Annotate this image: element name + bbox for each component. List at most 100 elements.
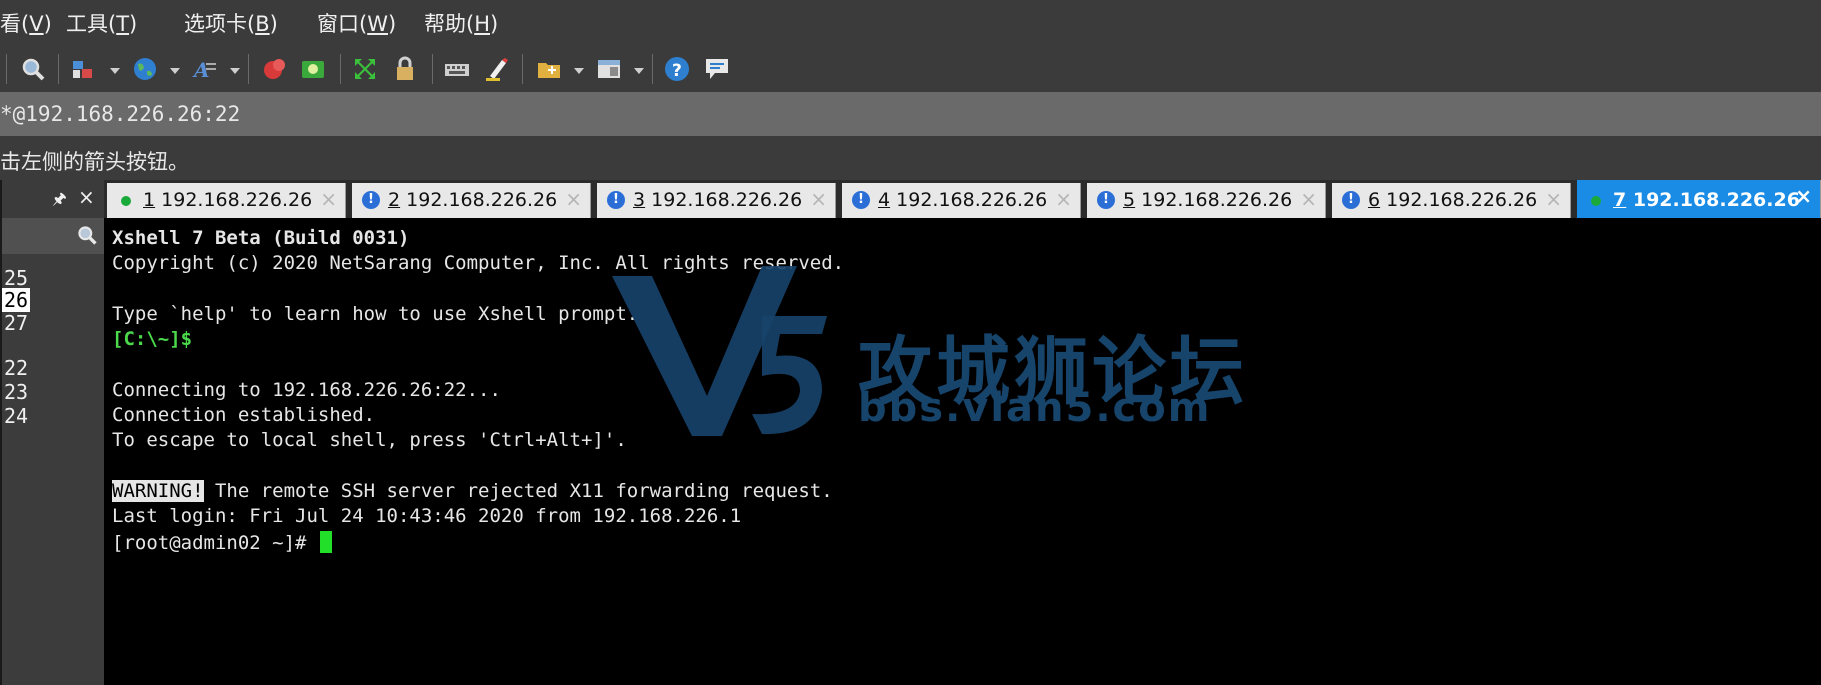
- terminal-warning-line: WARNING! The remote SSH server rejected …: [112, 480, 833, 502]
- terminal-line: Xshell 7 Beta (Build 0031): [112, 227, 410, 249]
- menu-help[interactable]: 帮助(H): [424, 8, 498, 38]
- menu-label: 窗口(: [317, 12, 368, 36]
- tab-session-4[interactable]: ! 4 192.168.226.26 ×: [842, 183, 1081, 218]
- toolbar: A ?: [0, 46, 1821, 92]
- close-tab-icon[interactable]: ×: [1795, 184, 1812, 208]
- terminal-cursor: [319, 531, 332, 553]
- menu-key: H: [474, 12, 490, 36]
- close-icon[interactable]: ×: [78, 185, 95, 209]
- tab-number: 6: [1368, 189, 1381, 211]
- tab-number: 4: [878, 189, 891, 211]
- close-tab-icon[interactable]: ×: [1545, 187, 1562, 211]
- menu-view[interactable]: 看(V): [0, 8, 52, 38]
- session-item[interactable]: 25: [2, 266, 30, 290]
- xftp-icon[interactable]: [262, 56, 288, 82]
- new-tab-icon[interactable]: [536, 56, 562, 82]
- chat-icon[interactable]: [704, 56, 730, 82]
- toolbar-separator: [6, 54, 7, 84]
- tab-host: 192.168.226.26: [896, 189, 1048, 211]
- toolbar-separator: [340, 54, 341, 84]
- tab-host: 192.168.226.26: [1141, 189, 1293, 211]
- search-icon[interactable]: [76, 224, 98, 250]
- svg-text:?: ?: [672, 61, 682, 81]
- menu-tools[interactable]: 工具(T): [66, 8, 137, 38]
- close-tab-icon[interactable]: ×: [1055, 187, 1072, 211]
- transfer-icon[interactable]: [70, 56, 96, 82]
- layout-dropdown-icon[interactable]: [634, 68, 644, 74]
- font-icon[interactable]: A: [192, 56, 218, 82]
- keyboard-icon[interactable]: [444, 56, 470, 82]
- tab-number: 1: [143, 189, 156, 211]
- layout-icon[interactable]: [596, 56, 622, 82]
- menu-key: V: [29, 12, 44, 36]
- menu-tail: ): [269, 12, 278, 36]
- session-item[interactable]: 24: [2, 404, 30, 428]
- tab-host: 192.168.226.26: [406, 189, 558, 211]
- tab-session-2[interactable]: ! 2 192.168.226.26 ×: [352, 183, 591, 218]
- xmanager-icon[interactable]: [300, 56, 326, 82]
- warning-tag: WARNING!: [112, 480, 204, 502]
- warning-message: The remote SSH server rejected X11 forwa…: [203, 480, 833, 502]
- warning-status-icon: !: [1097, 191, 1115, 209]
- font-dropdown-icon[interactable]: [230, 68, 240, 74]
- fullscreen-icon[interactable]: [352, 56, 378, 82]
- tab-session-7[interactable]: 7 192.168.226.26 ×: [1577, 180, 1821, 218]
- toolbar-separator: [522, 54, 523, 84]
- terminal-line: Type `help' to learn how to use Xshell p…: [112, 303, 639, 325]
- menu-tail: ): [490, 12, 499, 36]
- session-item[interactable]: 23: [2, 380, 30, 404]
- menu-bar: 看(V) 工具(T) 选项卡(B) 窗口(W) 帮助(H): [0, 0, 1821, 46]
- shell-prompt-line: [root@admin02 ~]#: [112, 531, 332, 554]
- menu-label: 工具(: [66, 12, 117, 36]
- toolbar-separator: [58, 54, 59, 84]
- session-sidebar: 🖈 × 25 26 27 22 23 24: [0, 180, 106, 685]
- tab-bar: 1 192.168.226.26 × ! 2 192.168.226.26 × …: [104, 180, 1821, 218]
- session-item[interactable]: 22: [2, 356, 30, 380]
- address-text: *@192.168.226.26:22: [0, 102, 241, 126]
- terminal-line: Connecting to 192.168.226.26:22...: [112, 379, 501, 401]
- transfer-dropdown-icon[interactable]: [110, 68, 120, 74]
- pin-icon[interactable]: 🖈: [52, 188, 67, 215]
- close-tab-icon[interactable]: ×: [565, 187, 582, 211]
- search-icon[interactable]: [20, 56, 46, 82]
- tab-number: 3: [633, 189, 646, 211]
- menu-window[interactable]: 窗口(W): [317, 8, 396, 38]
- menu-tabs[interactable]: 选项卡(B): [184, 8, 278, 38]
- terminal-line: Connection established.: [112, 404, 376, 426]
- menu-key: B: [255, 12, 270, 36]
- toolbar-separator: [248, 54, 249, 84]
- menu-tail: ): [43, 12, 52, 36]
- tab-host: 192.168.226.26: [1632, 189, 1800, 211]
- highlight-icon[interactable]: [484, 56, 510, 82]
- tab-session-5[interactable]: ! 5 192.168.226.26 ×: [1087, 183, 1326, 218]
- warning-status-icon: !: [1342, 191, 1360, 209]
- tab-session-3[interactable]: ! 3 192.168.226.26 ×: [597, 183, 836, 218]
- menu-label: 看(: [0, 12, 30, 36]
- watermark-url: bbs.vlan5.com: [858, 385, 1212, 431]
- close-tab-icon[interactable]: ×: [320, 187, 337, 211]
- toolbar-separator: [432, 54, 433, 84]
- toolbar-separator: [652, 54, 653, 84]
- close-tab-icon[interactable]: ×: [810, 187, 827, 211]
- tab-session-6[interactable]: ! 6 192.168.226.26 ×: [1332, 183, 1571, 218]
- session-item-selected[interactable]: 26: [2, 288, 31, 312]
- menu-label: 帮助(: [424, 12, 475, 36]
- tab-session-1[interactable]: 1 192.168.226.26 ×: [107, 183, 346, 218]
- sidebar-header: 🖈 ×: [2, 180, 106, 218]
- warning-status-icon: !: [362, 191, 380, 209]
- lock-icon[interactable]: [392, 56, 418, 82]
- sidebar-search[interactable]: [2, 218, 106, 254]
- warning-status-icon: !: [852, 191, 870, 209]
- tab-host: 192.168.226.26: [651, 189, 803, 211]
- hint-text: 击左侧的箭头按钮。: [0, 150, 189, 174]
- close-tab-icon[interactable]: ×: [1300, 187, 1317, 211]
- tab-number: 7: [1613, 189, 1627, 211]
- new-tab-dropdown-icon[interactable]: [574, 68, 584, 74]
- help-icon[interactable]: ?: [664, 56, 690, 82]
- session-item[interactable]: 27: [2, 311, 30, 335]
- menu-key: T: [116, 12, 130, 36]
- globe-dropdown-icon[interactable]: [170, 68, 180, 74]
- shell-prompt: [root@admin02 ~]#: [112, 532, 318, 554]
- address-bar[interactable]: *@192.168.226.26:22: [0, 92, 1821, 136]
- globe-icon[interactable]: [132, 56, 158, 82]
